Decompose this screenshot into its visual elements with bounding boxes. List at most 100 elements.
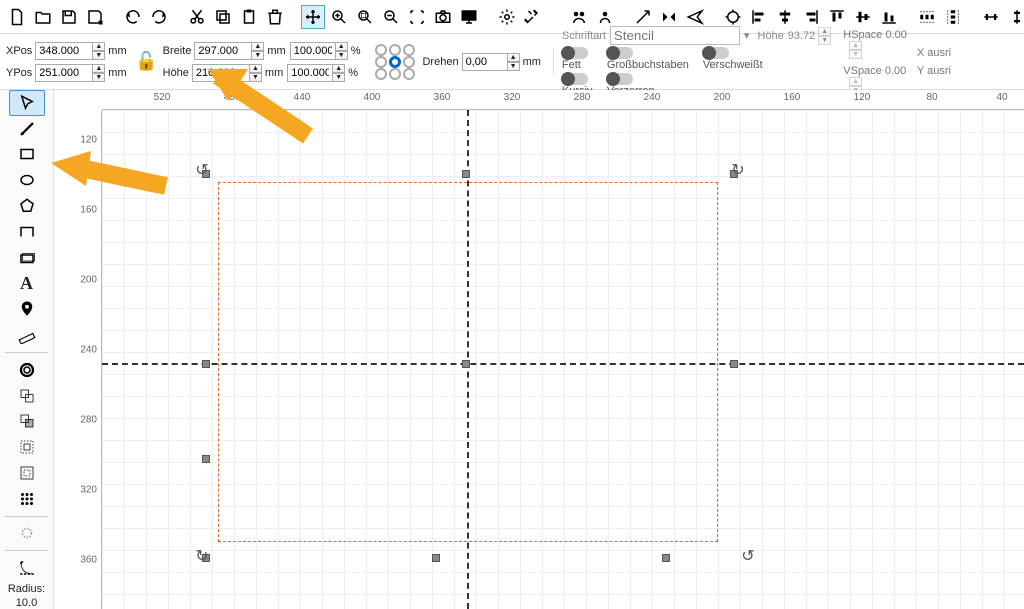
open-button[interactable]: [31, 5, 55, 29]
grid-tool[interactable]: [9, 486, 45, 512]
xpos-spinner[interactable]: ▲▼: [92, 42, 105, 60]
circle-array-tool[interactable]: [9, 357, 45, 383]
ruler-tick: 80: [926, 92, 937, 103]
rotate-handle[interactable]: ↻: [192, 546, 212, 566]
redo-button[interactable]: [147, 5, 171, 29]
line-tool[interactable]: [9, 245, 45, 271]
percent-h-input[interactable]: [287, 64, 333, 82]
lock-aspect-button[interactable]: 🔓: [137, 47, 157, 77]
text-tool[interactable]: A: [9, 271, 45, 297]
schriftart-label: Schriftart: [562, 30, 606, 42]
distribute-a-button[interactable]: [915, 5, 939, 29]
yausr-label: Y ausri: [917, 65, 951, 77]
paste-button[interactable]: [237, 5, 261, 29]
grossbuchstaben-toggle[interactable]: Großbuchstaben: [607, 47, 689, 71]
edit-nodes-tool[interactable]: [9, 116, 45, 142]
handle[interactable]: [462, 360, 470, 368]
ruler-tick: 120: [80, 135, 97, 146]
ypos-input[interactable]: [35, 64, 93, 82]
corners-tool[interactable]: [9, 555, 45, 581]
break-tool[interactable]: [9, 219, 45, 245]
xausr-label: X ausri: [917, 47, 951, 59]
ruler-tick: 160: [784, 92, 801, 103]
canvas-viewport: 5204804404003603202802402001601208040 12…: [54, 90, 1024, 609]
ruler-tick: 480: [224, 92, 241, 103]
handle[interactable]: [202, 455, 210, 463]
handle[interactable]: [462, 170, 470, 178]
font-hoehe-value: 93.72: [788, 30, 816, 42]
copy-button[interactable]: [211, 5, 235, 29]
hspace-label: HSpace: [843, 29, 882, 41]
marker-tool[interactable]: [9, 296, 45, 322]
offset-out-tool[interactable]: [9, 460, 45, 486]
measure-tool[interactable]: [9, 322, 45, 348]
ypos-spinner[interactable]: ▲▼: [92, 64, 105, 82]
hoehe-spinner[interactable]: ▲▼: [249, 64, 262, 82]
subtract-tool[interactable]: [9, 408, 45, 434]
distribute-b-button[interactable]: [941, 5, 965, 29]
radius-value: 10.0: [16, 597, 37, 609]
pan-button[interactable]: [301, 5, 325, 29]
properties-panel: XPos ▲▼ mm YPos ▲▼ mm 🔓 Breite ▲▼ mm ▲▼ …: [0, 34, 1024, 90]
fett-toggle[interactable]: Fett: [562, 47, 593, 71]
union-tool[interactable]: [9, 383, 45, 409]
zoom-out-button[interactable]: [379, 5, 403, 29]
xpos-label: XPos: [6, 45, 32, 57]
delete-button[interactable]: [263, 5, 287, 29]
save-as-button[interactable]: [83, 5, 107, 29]
drehen-label: Drehen: [422, 56, 458, 68]
monitor-button[interactable]: [457, 5, 481, 29]
font-dropdown-icon[interactable]: ▾: [744, 29, 750, 42]
ruler-tick: 240: [644, 92, 661, 103]
rotate-handle[interactable]: ↻: [728, 160, 748, 180]
cut-button[interactable]: [185, 5, 209, 29]
save-button[interactable]: [57, 5, 81, 29]
xpos-unit: mm: [108, 45, 126, 57]
distribute-h-button[interactable]: [979, 5, 1003, 29]
hoehe-input[interactable]: [192, 64, 250, 82]
tools-button[interactable]: [521, 5, 545, 29]
drehen-input[interactable]: [462, 53, 508, 71]
vertical-ruler: 120160200240280320360: [54, 110, 102, 609]
ruler-tick: 200: [80, 275, 97, 286]
undo-button[interactable]: [121, 5, 145, 29]
verschweisst-toggle[interactable]: Verschweißt: [703, 47, 763, 71]
ruler-tick: 320: [504, 92, 521, 103]
zoom-in-button[interactable]: [327, 5, 351, 29]
ruler-tick: 360: [434, 92, 451, 103]
ruler-tick: 520: [154, 92, 171, 103]
ruler-tick: 320: [80, 485, 97, 496]
zoom-select-button[interactable]: [405, 5, 429, 29]
handle[interactable]: [662, 554, 670, 562]
anchor-grid[interactable]: [374, 44, 416, 80]
offset-in-tool[interactable]: [9, 434, 45, 460]
breite-input[interactable]: [194, 42, 252, 60]
vspace-label: VSpace: [843, 65, 882, 77]
polygon-tool[interactable]: [9, 193, 45, 219]
left-toolbar: A Radius: 10.0: [0, 90, 54, 609]
xpos-input[interactable]: [35, 42, 93, 60]
ruler-tick: 400: [364, 92, 381, 103]
rectangle-tool[interactable]: [9, 142, 45, 168]
select-tool[interactable]: [9, 90, 45, 116]
ruler-tick: 40: [996, 92, 1007, 103]
ellipse-tool[interactable]: [9, 167, 45, 193]
vspace-value: 0.00: [885, 65, 906, 77]
rotate-handle[interactable]: ↺: [738, 546, 758, 566]
zoom-page-button[interactable]: [353, 5, 377, 29]
schriftart-select[interactable]: [610, 26, 740, 45]
gear-tool[interactable]: [9, 521, 45, 547]
breite-spinner[interactable]: ▲▼: [251, 42, 264, 60]
canvas-area[interactable]: ↺ ↻ ↻ ↺: [102, 110, 1024, 609]
camera-button[interactable]: [431, 5, 455, 29]
ruler-tick: 360: [80, 555, 97, 566]
new-button[interactable]: [5, 5, 29, 29]
handle[interactable]: [432, 554, 440, 562]
handle[interactable]: [202, 360, 210, 368]
distribute-v-button[interactable]: [1005, 5, 1024, 29]
rotate-handle[interactable]: ↺: [192, 160, 212, 180]
handle[interactable]: [730, 360, 738, 368]
ruler-tick: 280: [574, 92, 591, 103]
percent-w-input[interactable]: [290, 42, 336, 60]
settings-button[interactable]: [495, 5, 519, 29]
